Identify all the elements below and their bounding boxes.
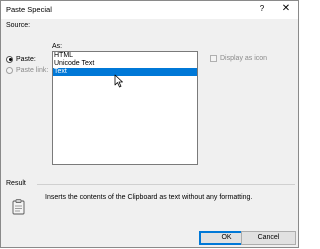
paste-link-radio-option: Paste link: xyxy=(6,65,48,75)
mouse-cursor-icon xyxy=(114,74,123,88)
dialog-title: Paste Special xyxy=(6,5,52,14)
close-icon[interactable]: ✕ xyxy=(279,2,293,16)
display-as-icon-checkbox xyxy=(210,55,217,62)
as-label: As: xyxy=(52,43,63,50)
paste-special-dialog: Paste Special ? ✕ Source: As: Paste: Pas… xyxy=(0,0,299,248)
clipboard-icon xyxy=(12,199,25,215)
format-item-text[interactable]: Text xyxy=(53,68,197,76)
display-as-icon-option: Display as icon xyxy=(210,55,267,62)
cancel-button[interactable]: Cancel xyxy=(241,231,296,245)
source-label: Source: xyxy=(6,22,31,29)
paste-radio-option[interactable]: Paste: xyxy=(6,54,36,64)
format-item-unicode-text[interactable]: Unicode Text xyxy=(53,60,197,68)
format-listbox[interactable]: HTML Unicode Text Text xyxy=(52,51,198,165)
paste-link-radio xyxy=(6,66,13,74)
paste-link-radio-label: Paste link: xyxy=(16,66,49,74)
title-bar: Paste Special ? ✕ xyxy=(1,1,298,19)
result-label: Result xyxy=(6,180,26,187)
help-icon[interactable]: ? xyxy=(256,2,268,16)
paste-radio-label[interactable]: Paste: xyxy=(16,56,36,63)
result-description: Inserts the contents of the Clipboard as… xyxy=(45,194,253,201)
format-item-html[interactable]: HTML xyxy=(53,52,197,60)
result-divider xyxy=(37,184,295,185)
display-as-icon-label: Display as icon xyxy=(220,55,268,62)
paste-radio[interactable] xyxy=(6,55,13,63)
